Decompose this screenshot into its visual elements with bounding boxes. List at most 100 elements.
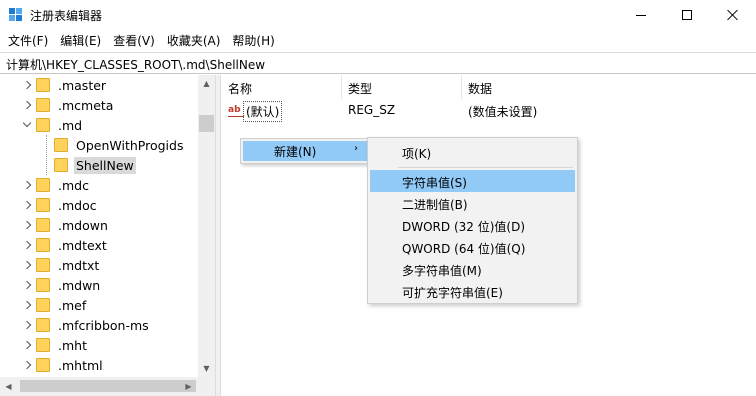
- string-value-icon: ab: [228, 103, 244, 117]
- tree-item-label: .mcmeta: [58, 97, 114, 113]
- context-menu: 新建(N) ›: [240, 138, 371, 164]
- scroll-right-icon[interactable]: ▶: [180, 377, 197, 396]
- value-name: (默认): [243, 101, 283, 122]
- tree-item[interactable]: .mdtxt: [22, 255, 101, 275]
- tree-item-label: ShellNew: [74, 156, 136, 174]
- folder-icon: [54, 138, 68, 152]
- menu-item-expandable-string-value[interactable]: 可扩充字符串值(E): [370, 280, 575, 302]
- expand-arrow-icon[interactable]: [22, 260, 32, 270]
- new-submenu: 项(K) 字符串值(S) 二进制值(B) DWORD (32 位)值(D) QW…: [367, 137, 578, 304]
- expand-arrow-icon[interactable]: [22, 280, 32, 290]
- minimize-button[interactable]: [618, 0, 664, 30]
- menu-item-key[interactable]: 项(K): [370, 141, 575, 163]
- tree-item-label: .mdtxt: [58, 257, 100, 273]
- scroll-left-icon[interactable]: ◀: [0, 377, 17, 396]
- scroll-up-icon[interactable]: ▲: [198, 75, 215, 92]
- folder-icon: [36, 238, 50, 252]
- collapse-arrow-icon[interactable]: [22, 120, 32, 130]
- folder-icon: [36, 318, 50, 332]
- scroll-down-icon[interactable]: ▼: [198, 360, 215, 377]
- expand-arrow-icon[interactable]: [22, 300, 32, 310]
- folder-icon: [36, 338, 50, 352]
- tree-item-label: .mfcribbon-ms: [58, 317, 149, 333]
- menu-separator: [398, 167, 573, 168]
- expand-arrow-icon[interactable]: [22, 200, 32, 210]
- menu-item-binary-value[interactable]: 二进制值(B): [370, 192, 575, 214]
- menu-edit[interactable]: 编辑(E): [54, 31, 107, 51]
- folder-icon: [36, 358, 50, 372]
- tree-vertical-scrollbar[interactable]: ▲ ▼: [198, 75, 215, 377]
- tree-item[interactable]: .mdtext: [22, 235, 109, 255]
- folder-icon: [36, 78, 50, 92]
- title-bar: 注册表编辑器: [0, 0, 756, 30]
- column-header-type[interactable]: 类型: [341, 75, 372, 99]
- tree-item-label: .mdc: [58, 177, 89, 193]
- scroll-thumb[interactable]: [199, 115, 214, 132]
- scroll-thumb-horizontal[interactable]: [20, 380, 196, 392]
- expand-arrow-icon[interactable]: [22, 180, 32, 190]
- folder-icon: [36, 298, 50, 312]
- folder-icon: [36, 198, 50, 212]
- maximize-icon: [682, 10, 692, 20]
- menu-bar: 文件(F) 编辑(E) 查看(V) 收藏夹(A) 帮助(H): [0, 30, 756, 52]
- tree-item-label: .mdown: [58, 217, 108, 233]
- tree-item-label: .mdoc: [58, 197, 97, 213]
- folder-icon: [36, 178, 50, 192]
- folder-icon: [36, 118, 50, 132]
- column-header-data[interactable]: 数据: [461, 75, 492, 99]
- tree-guide-line: [46, 135, 47, 175]
- tree-item[interactable]: .mdwn: [22, 275, 102, 295]
- tree-item-label: .mhtml: [58, 357, 103, 373]
- minimize-icon: [636, 14, 646, 16]
- folder-icon: [36, 218, 50, 232]
- tree-item-selected[interactable]: ShellNew: [54, 155, 136, 175]
- expand-arrow-icon[interactable]: [22, 80, 32, 90]
- expand-arrow-icon[interactable]: [22, 360, 32, 370]
- menu-help[interactable]: 帮助(H): [226, 31, 280, 51]
- tree-item[interactable]: .mcmeta: [22, 95, 115, 115]
- tree-item[interactable]: .mfcribbon-ms: [22, 315, 151, 335]
- close-icon: [727, 9, 739, 21]
- expand-arrow-icon[interactable]: [22, 220, 32, 230]
- table-row[interactable]: ab (默认) REG_SZ (数值未设置): [221, 99, 756, 122]
- expand-arrow-icon[interactable]: [22, 100, 32, 110]
- menu-item-qword-value[interactable]: QWORD (64 位)值(Q): [370, 236, 575, 258]
- tree-item-label: .md: [58, 117, 83, 133]
- expand-arrow-icon[interactable]: [22, 320, 32, 330]
- column-header-name[interactable]: 名称: [221, 75, 252, 99]
- menu-item-multi-string-value[interactable]: 多字符串值(M): [370, 258, 575, 280]
- tree-pane[interactable]: .master .mcmeta .md OpenWithProgids Shel…: [0, 75, 215, 396]
- address-bar[interactable]: 计算机\HKEY_CLASSES_ROOT\.md\ShellNew: [0, 52, 756, 74]
- value-data: (数值未设置): [468, 105, 538, 119]
- tree-item[interactable]: .master: [22, 75, 108, 95]
- tree-item[interactable]: .mdoc: [22, 195, 99, 215]
- folder-icon: [36, 98, 50, 112]
- menu-item-new-label: 新建(N): [274, 145, 317, 159]
- menu-view[interactable]: 查看(V): [107, 31, 161, 51]
- expand-arrow-icon[interactable]: [22, 340, 32, 350]
- tree-item-label: .mdwn: [58, 277, 101, 293]
- tree-item[interactable]: .mdown: [22, 215, 110, 235]
- tree-item-label: .mef: [58, 297, 87, 313]
- tree-item-label: .master: [58, 77, 107, 93]
- tree-item[interactable]: .mdc: [22, 175, 91, 195]
- window-title: 注册表编辑器: [30, 9, 103, 23]
- scrollbar-corner: [198, 377, 215, 396]
- menu-item-string-value[interactable]: 字符串值(S): [370, 170, 575, 192]
- menu-favorites[interactable]: 收藏夹(A): [161, 31, 227, 51]
- menu-item-dword-value[interactable]: DWORD (32 位)值(D): [370, 214, 575, 236]
- tree-item-label: .mht: [58, 337, 87, 353]
- tree-item[interactable]: .mef: [22, 295, 88, 315]
- close-button[interactable]: [710, 0, 756, 30]
- expand-arrow-icon[interactable]: [22, 240, 32, 250]
- maximize-button[interactable]: [664, 0, 710, 30]
- tree-item[interactable]: .md: [22, 115, 84, 135]
- menu-file[interactable]: 文件(F): [2, 31, 54, 51]
- tree-item[interactable]: OpenWithProgids: [54, 135, 185, 155]
- tree-horizontal-scrollbar[interactable]: ◀ ▶: [0, 377, 215, 396]
- tree-item[interactable]: .mhtml: [22, 355, 105, 375]
- registry-editor-icon: [9, 8, 23, 22]
- folder-icon: [36, 258, 50, 272]
- value-type: REG_SZ: [348, 103, 396, 117]
- tree-item[interactable]: .mht: [22, 335, 89, 355]
